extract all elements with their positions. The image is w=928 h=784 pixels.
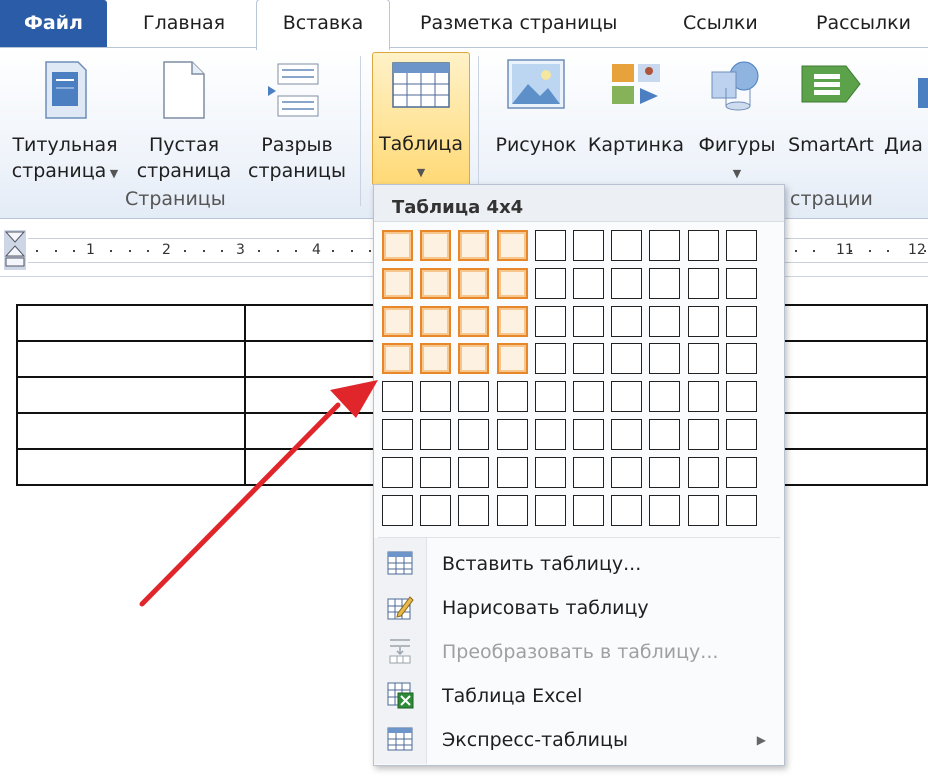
annotation-arrow (139, 380, 378, 607)
